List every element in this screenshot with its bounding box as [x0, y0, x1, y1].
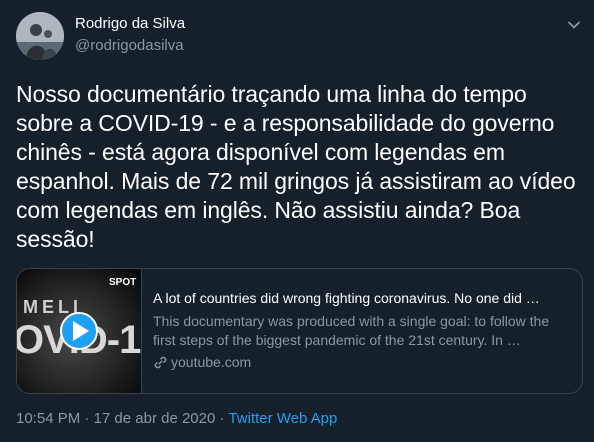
play-icon [60, 312, 98, 350]
link-icon [153, 355, 168, 370]
card-text: A lot of countries did wrong fighting co… [153, 289, 573, 372]
card-domain: youtube.com [153, 353, 573, 372]
tweet-time[interactable]: 10:54 PM [16, 410, 80, 427]
tweet-source-app[interactable]: Twitter Web App [228, 410, 337, 427]
tweet-meta: 10:54 PM · 17 de abr de 2020 · Twitter W… [16, 409, 337, 429]
card-domain-text: youtube.com [171, 354, 252, 370]
tweet-date[interactable]: 17 de abr de 2020 [94, 410, 216, 427]
card-description: This documentary was produced with a sin… [153, 313, 550, 348]
card-thumbnail: SPOT MELI OVID-1 [17, 269, 142, 393]
avatar[interactable] [16, 12, 64, 60]
tweet-text: Nosso documentário traçando uma linha do… [16, 81, 582, 252]
card-title: A lot of countries did wrong fighting co… [153, 290, 540, 306]
avatar-image [16, 12, 64, 60]
author-handle[interactable]: @rodrigodasilva [75, 36, 185, 56]
tweet: Rodrigo da Silva @rodrigodasilva Nosso d… [0, 0, 594, 442]
author-block: Rodrigo da Silva @rodrigodasilva [75, 14, 185, 56]
link-card[interactable]: SPOT MELI OVID-1 A lot of countries did … [16, 268, 583, 394]
author-display-name[interactable]: Rodrigo da Silva [75, 14, 185, 34]
thumbnail-brand: SPOT [109, 277, 136, 288]
meta-separator: · [80, 410, 94, 427]
meta-separator: · [215, 410, 229, 427]
chevron-down-icon[interactable] [564, 15, 584, 35]
